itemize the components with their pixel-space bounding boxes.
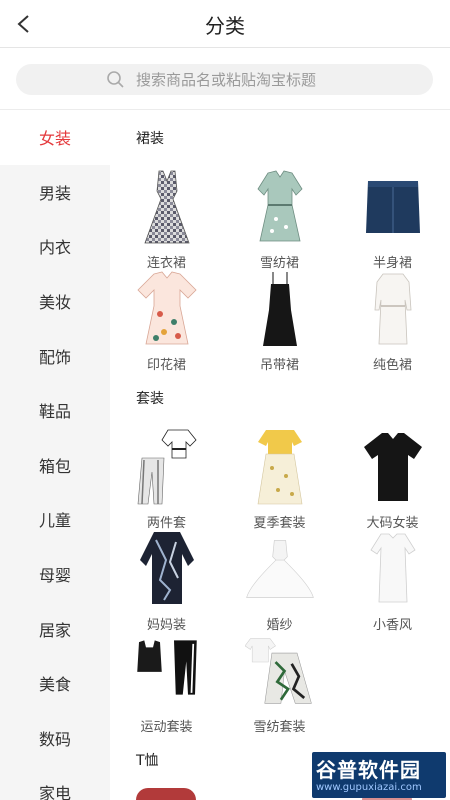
category-tile[interactable]: 夏季套装 [223,428,336,531]
plaid-dress-image [132,168,202,246]
category-label: 连衣裙 [146,256,186,271]
black-tee-image [358,428,428,506]
sidebar-item-label: 女装 [38,129,71,149]
sidebar-item-label: 美妆 [38,293,71,313]
category-tile[interactable]: 半身裙 [336,168,449,271]
watermark-url: www.gupuxiazai.com [316,782,422,793]
category-tile[interactable]: 小香风 [336,530,449,633]
sidebar-item-makeup[interactable]: 美妆 [0,274,110,329]
sidebar-item-food[interactable]: 美食 [0,656,110,711]
search-input[interactable]: 搜索商品名或粘贴淘宝标题 [16,64,433,95]
section-title: 裙装 [136,131,164,147]
sidebar-item-underwear[interactable]: 内衣 [0,219,110,274]
category-label: 纯色裙 [372,358,412,373]
sidebar-item-women[interactable]: 女装 [0,110,110,165]
category-tile[interactable]: 雪纺套装 [223,632,336,735]
category-tile[interactable]: 婚纱 [223,530,336,633]
two-piece-image [132,428,202,506]
sidebar-item-label: 配饰 [38,347,71,367]
category-label: 运动套装 [140,720,193,735]
category-tile[interactable]: 吊带裙 [223,270,336,373]
print-dress-image [132,270,202,348]
site-watermark: 谷普软件园 www.gupuxiazai.com [312,752,446,798]
sidebar-item-baby[interactable]: 母婴 [0,547,110,602]
category-label: 小香风 [372,618,412,633]
category-content: 裙装 连衣裙 雪纺裙 半身裙 印花裙 吊带裙 纯色裙 套装 两件套 夏季套装 大… [110,110,450,800]
category-tile[interactable]: 雪纺裙 [223,168,336,271]
sport-set-image [132,632,202,710]
category-tile[interactable]: 纯色裙 [336,270,449,373]
sidebar-item-label: 鞋品 [38,402,71,422]
sidebar-item-bags[interactable]: 箱包 [0,438,110,493]
page-title: 分类 [205,14,245,38]
denim-skirt-image [358,168,428,246]
white-dress-image [358,270,428,348]
category-tile[interactable]: 印花裙 [110,270,223,373]
sidebar-item-label: 儿童 [38,511,71,531]
search-icon [107,70,124,88]
tshirt-preview-image [136,788,196,800]
category-label: 妈妈装 [146,618,186,633]
category-tile[interactable]: 运动套装 [110,632,223,735]
chiffon-set-image [245,632,315,710]
sidebar-item-label: 箱包 [38,456,71,476]
category-label: 雪纺套装 [253,720,306,735]
sidebar-item-home[interactable]: 居家 [0,601,110,656]
category-sidebar: 女装 男装 内衣 美妆 配饰 鞋品 箱包 儿童 母婴 居家 美食 数码 家电 [0,110,110,800]
category-label: 半身裙 [372,256,412,271]
sidebar-item-accessories[interactable]: 配饰 [0,328,110,383]
sidebar-item-appliances[interactable]: 家电 [0,765,110,800]
chiffon-dress-image [245,168,315,246]
category-label: 大码女装 [366,516,419,531]
sidebar-item-label: 数码 [38,729,71,749]
category-label: 印花裙 [146,358,186,373]
summer-set-image [245,428,315,506]
category-tile[interactable]: 两件套 [110,428,223,531]
sidebar-item-label: 内衣 [38,238,71,258]
mom-wear-image [132,530,202,608]
category-tile[interactable]: 连衣裙 [110,168,223,271]
white-mini-dress-image [358,530,428,608]
sidebar-item-label: 母婴 [38,566,71,586]
category-label: 雪纺裙 [259,256,299,271]
top-bar: 分类 [0,0,450,48]
sidebar-item-label: 家电 [38,784,71,800]
sidebar-item-label: 美食 [38,675,71,695]
sidebar-item-kids[interactable]: 儿童 [0,492,110,547]
sidebar-item-men[interactable]: 男装 [0,165,110,220]
search-placeholder: 搜索商品名或粘贴淘宝标题 [136,71,317,89]
section-title: T恤 [136,753,159,769]
wedding-dress-image [245,530,315,608]
sidebar-item-label: 居家 [38,620,71,640]
watermark-title: 谷普软件园 [316,758,421,782]
sidebar-item-digital[interactable]: 数码 [0,711,110,766]
slip-dress-image [245,270,315,348]
category-label: 两件套 [146,516,186,531]
sidebar-item-label: 男装 [38,183,71,203]
sidebar-item-shoes[interactable]: 鞋品 [0,383,110,438]
section-title: 套装 [136,391,164,407]
category-tile[interactable]: 大码女装 [336,428,449,531]
category-tile[interactable]: 妈妈装 [110,530,223,633]
search-bar-area: 搜索商品名或粘贴淘宝标题 [0,48,450,110]
category-label: 夏季套装 [253,516,306,531]
category-label: 吊带裙 [259,358,299,373]
